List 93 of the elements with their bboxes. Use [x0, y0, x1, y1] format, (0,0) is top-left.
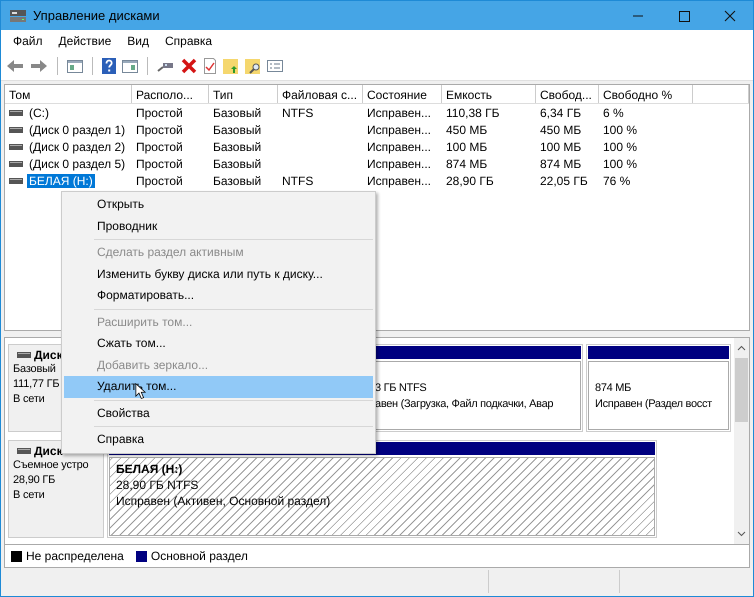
panel-icon[interactable] — [66, 58, 84, 74]
volume-name[interactable]: (Диск 0 раздел 2) — [27, 140, 128, 154]
help-icon[interactable] — [101, 57, 117, 75]
folder-search-icon[interactable] — [244, 57, 262, 75]
back-arrow-icon[interactable] — [5, 57, 25, 75]
table-cell: 450 МБ — [446, 122, 488, 136]
table-cell: 100 МБ — [540, 140, 582, 154]
disk-info: 28,90 ГБ — [13, 473, 56, 488]
drive-icon — [9, 144, 23, 150]
scrollbar[interactable] — [734, 338, 749, 544]
scrollbar-thumb[interactable] — [735, 358, 748, 422]
table-cell: 874 МБ — [446, 156, 488, 170]
legend-label: Основной раздел — [150, 549, 248, 563]
table-cell: 874 МБ — [540, 156, 582, 170]
table-cell: Базовый — [213, 106, 262, 120]
menu-item[interactable]: Справка — [64, 429, 373, 450]
partition-info: авен (Загрузка, Файл подкачки, Авар — [375, 396, 554, 412]
table-cell: 100 % — [603, 156, 638, 170]
drive-icon — [9, 178, 23, 184]
table-cell: Базовый — [213, 140, 262, 154]
table-cell: 450 МБ — [540, 122, 582, 136]
column-header[interactable]: Состояние — [363, 85, 442, 103]
disk-info: В сети — [13, 392, 46, 407]
disk-info: В сети — [13, 488, 46, 503]
menu-item[interactable]: Проводник — [64, 216, 373, 237]
table-cell: Простой — [136, 156, 183, 170]
menu-item[interactable]: Файл — [5, 34, 51, 48]
volume-name[interactable]: (C:) — [27, 106, 51, 120]
column-header[interactable]: Располо... — [132, 85, 209, 103]
table-cell: 100 МБ — [446, 140, 488, 154]
legend-label: Не распределена — [26, 549, 124, 563]
table-cell: NTFS — [282, 174, 314, 188]
table-cell: 28,90 ГБ — [446, 174, 494, 188]
table-cell: Исправен... — [367, 122, 432, 136]
disk-icon — [9, 8, 27, 24]
column-header[interactable]: Том — [5, 85, 132, 103]
menu-item[interactable]: Изменить букву диска или путь к диску... — [64, 264, 373, 285]
volume-name[interactable]: (Диск 0 раздел 5) — [27, 156, 128, 170]
menu-item[interactable]: Сжать том... — [64, 333, 373, 354]
table-cell: 100 % — [603, 122, 638, 136]
menu-item[interactable]: Вид — [119, 34, 157, 48]
column-header[interactable]: Емкость — [442, 85, 536, 103]
partition[interactable]: 3 ГБ NTFS авен (Загрузка, Файл подкачки, Авар — [373, 361, 581, 430]
table-cell: Простой — [136, 106, 183, 120]
menu-item[interactable]: Открыть — [64, 194, 373, 216]
delete-icon[interactable] — [180, 57, 198, 75]
partition-info: 28,90 ГБ NTFS — [116, 477, 198, 493]
checklist-icon[interactable] — [202, 57, 218, 75]
partition-info: Исправен (Активен, Основной раздел) — [116, 493, 330, 509]
panel-icon[interactable] — [121, 58, 139, 74]
drive-icon — [17, 448, 31, 454]
menu-item[interactable]: Свойства — [64, 402, 373, 424]
column-header[interactable]: Свобод... — [536, 85, 599, 103]
table-cell: 76 % — [603, 174, 630, 188]
table-cell: Базовый — [213, 122, 262, 136]
table-cell: Исправен... — [367, 156, 432, 170]
column-header[interactable]: Тип — [209, 85, 278, 103]
disk-info: Съемное устро — [13, 458, 90, 473]
forward-arrow-icon[interactable] — [29, 57, 49, 75]
table-cell: 110,38 ГБ — [446, 106, 500, 120]
table-cell: 6 % — [603, 106, 624, 120]
menu-item[interactable]: Справка — [157, 34, 220, 48]
disk-name: Диск — [34, 348, 63, 362]
disk-name: Диск — [34, 444, 63, 458]
drive-icon — [9, 110, 23, 116]
table-cell: Исправен... — [367, 106, 432, 120]
table-cell: Базовый — [213, 156, 262, 170]
table-cell: 22,05 ГБ — [540, 174, 588, 188]
table-cell: Базовый — [213, 174, 262, 188]
partition[interactable]: БЕЛАЯ (H:) 28,90 ГБ NTFS Исправен (Активен, Основной раздел) — [109, 457, 655, 536]
window-title: Управление дисками — [33, 8, 161, 23]
partition-title: БЕЛАЯ (H:) — [116, 461, 182, 477]
table-cell: 6,34 ГБ — [540, 106, 582, 120]
folder-up-icon[interactable] — [222, 57, 240, 75]
drive-icon — [17, 352, 31, 358]
column-header[interactable]: Свободно % — [599, 85, 693, 103]
column-header[interactable]: Файловая с... — [278, 85, 363, 103]
table-cell: Простой — [136, 122, 183, 136]
menu-item[interactable]: Действие — [50, 34, 120, 48]
menu-item[interactable]: Форматировать... — [64, 285, 373, 306]
table-cell: Простой — [136, 174, 183, 188]
table-cell: NTFS — [282, 106, 314, 120]
table-cell: Простой — [136, 140, 183, 154]
drive-icon — [9, 160, 23, 166]
table-cell: Исправен... — [367, 140, 432, 154]
partition[interactable]: 874 МБ Исправен (Раздел восст — [588, 361, 729, 430]
drive-icon — [9, 126, 23, 132]
volume-name[interactable]: БЕЛАЯ (H:) — [27, 174, 95, 188]
table-cell: Исправен... — [367, 174, 432, 188]
list-icon[interactable] — [266, 58, 284, 74]
volume-name[interactable]: (Диск 0 раздел 1) — [27, 122, 128, 136]
partition-info: Исправен (Раздел восст — [595, 396, 712, 412]
table-cell: 100 % — [603, 140, 638, 154]
